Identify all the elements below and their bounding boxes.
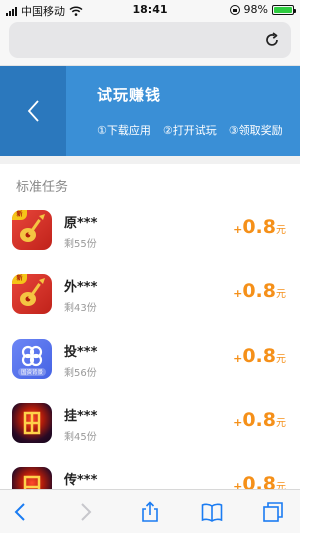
battery-percent: 98%: [243, 3, 268, 16]
steps: ①下载应用 ②打开试玩 ③领取奖励: [97, 122, 283, 138]
reward-amount: 0.8: [242, 345, 276, 367]
reward-plus: +: [233, 352, 243, 365]
task-reward: +0.8元: [233, 216, 286, 238]
reward-unit: 元: [276, 289, 286, 300]
browser-address-area: [0, 20, 300, 66]
clover-icon: 国资背景: [18, 345, 46, 376]
bookmarks-button[interactable]: [199, 499, 225, 525]
section-title: 标准任务: [16, 180, 69, 195]
battery-fill: [274, 6, 292, 13]
new-badge: 新: [12, 210, 27, 220]
task-item[interactable]: 新 外*** 剩43份 +0.8元: [0, 274, 300, 338]
task-name: 传***: [64, 473, 98, 488]
status-bar: 中国移动 18:41 98%: [0, 0, 300, 20]
browser-back-button[interactable]: [8, 499, 34, 525]
reward-plus: +: [233, 287, 243, 300]
browser-forward-button[interactable]: [72, 499, 98, 525]
step-open: ②打开试玩: [162, 124, 217, 137]
task-remaining: 剩55份: [64, 239, 97, 250]
reward-amount: 0.8: [242, 216, 276, 238]
task-reward: +0.8元: [233, 345, 286, 367]
section-divider: [0, 156, 300, 164]
tabs-icon: [263, 502, 283, 522]
task-item[interactable]: 挂*** 剩45份 +0.8元: [0, 403, 300, 467]
share-icon: [142, 501, 158, 522]
reload-icon[interactable]: [263, 31, 281, 49]
icon-caption: 国资背景: [21, 368, 44, 376]
app-icon-guitar: 新: [12, 274, 52, 314]
share-button[interactable]: [137, 499, 163, 525]
task-item[interactable]: 新 原*** 剩55份 +0.8元: [0, 210, 300, 274]
tabs-button[interactable]: [260, 499, 286, 525]
task-item[interactable]: 国资背景 投*** 剩56份 +0.8元: [0, 339, 300, 403]
reward-amount: 0.8: [242, 409, 276, 431]
back-button[interactable]: [0, 66, 66, 156]
step-download: ①下载应用: [97, 124, 151, 137]
task-reward: +0.8元: [233, 280, 286, 302]
new-badge: 新: [12, 274, 27, 284]
page-title: 试玩赚钱: [97, 86, 162, 104]
task-remaining: 剩43份: [64, 303, 97, 314]
book-icon: [201, 503, 223, 522]
rotation-lock-icon: [229, 4, 240, 15]
reward-unit: 元: [276, 418, 286, 429]
browser-toolbar: [0, 489, 300, 533]
task-name: 投***: [64, 345, 98, 360]
task-name: 挂***: [64, 409, 98, 424]
task-remaining: 剩56份: [64, 368, 97, 379]
app-icon-guitar: 新: [12, 210, 52, 250]
chevron-right-icon: [81, 503, 92, 521]
chevron-left-icon: [27, 100, 39, 122]
app-icon-finance: 国资背景: [12, 339, 52, 379]
battery-icon: [272, 4, 296, 15]
app-icon-game: [12, 403, 52, 443]
task-name: 原***: [64, 216, 98, 231]
reward-plus: +: [233, 223, 243, 236]
reward-amount: 0.8: [242, 280, 276, 302]
address-bar[interactable]: [9, 22, 291, 58]
chevron-left-icon: [14, 503, 25, 521]
task-remaining: 剩45份: [64, 432, 97, 443]
reward-unit: 元: [276, 354, 286, 365]
task-reward: +0.8元: [233, 409, 286, 431]
reward-unit: 元: [276, 225, 286, 236]
page-header: 试玩赚钱 ①下载应用 ②打开试玩 ③领取奖励: [0, 66, 300, 156]
status-right: 98%: [229, 3, 296, 16]
step-claim: ③领取奖励: [228, 124, 283, 137]
reward-plus: +: [233, 416, 243, 429]
task-name: 外***: [64, 280, 98, 295]
game-emblem-icon: [23, 411, 41, 435]
